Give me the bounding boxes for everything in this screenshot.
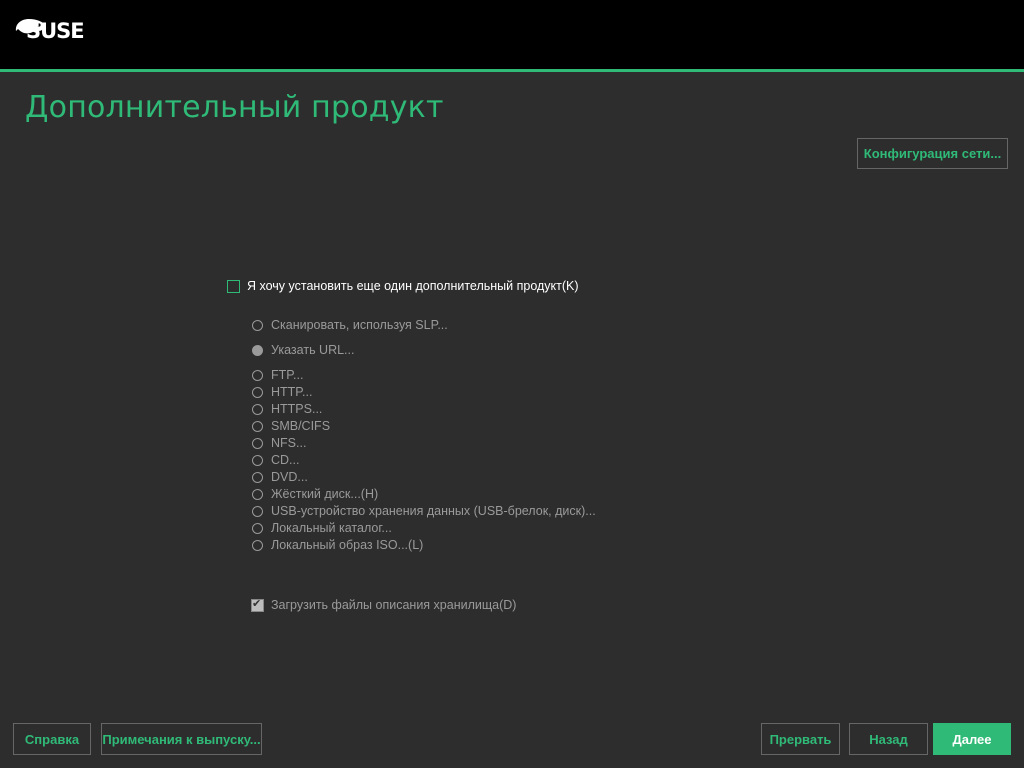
add-product-checkbox-row[interactable]: Я хочу установить еще один дополнительны… xyxy=(227,278,579,294)
source-option-label: CD... xyxy=(271,453,300,467)
radio-button[interactable] xyxy=(252,420,263,432)
source-option-label: NFS... xyxy=(271,436,307,450)
download-repo-files-row[interactable]: Загрузить файлы описания хранилища(D) xyxy=(251,597,516,613)
source-option[interactable]: Локальный каталог... xyxy=(252,520,392,536)
source-option-label: Локальный образ ISO...(L) xyxy=(271,538,424,552)
source-option-label: DVD... xyxy=(271,470,308,484)
radio-button[interactable] xyxy=(252,369,263,381)
source-option[interactable]: CD... xyxy=(252,452,299,468)
header-bar: SUSE xyxy=(0,0,1024,69)
radio-button[interactable] xyxy=(252,403,263,415)
add-product-label: Я хочу установить еще один дополнительны… xyxy=(247,279,579,293)
radio-button[interactable] xyxy=(252,344,263,356)
source-option-label: USB-устройство хранения данных (USB-брел… xyxy=(271,504,596,518)
page-title: Дополнительный продукт xyxy=(25,90,444,125)
source-option-label: Сканировать, используя SLP... xyxy=(271,318,448,332)
next-button[interactable]: Далее xyxy=(933,723,1011,755)
radio-button[interactable] xyxy=(252,505,263,517)
source-option[interactable]: USB-устройство хранения данных (USB-брел… xyxy=(252,503,596,519)
radio-button[interactable] xyxy=(252,488,263,500)
source-option-label: Жёсткий диск...(H) xyxy=(271,487,379,501)
source-option-label: SMB/CIFS xyxy=(271,419,331,433)
source-option-label: Локальный каталог... xyxy=(271,521,392,535)
source-option[interactable]: Локальный образ ISO...(L) xyxy=(252,537,423,553)
source-option[interactable]: SMB/CIFS xyxy=(252,418,330,434)
source-option[interactable]: NFS... xyxy=(252,435,306,451)
logo-text: SUSE xyxy=(26,19,85,43)
source-option[interactable]: FTP... xyxy=(252,367,303,383)
add-product-checkbox[interactable] xyxy=(227,279,240,293)
source-option[interactable]: Сканировать, используя SLP... xyxy=(252,317,448,333)
release-notes-button[interactable]: Примечания к выпуску... xyxy=(101,723,262,755)
abort-button[interactable]: Прервать xyxy=(761,723,840,755)
download-repo-files-label: Загрузить файлы описания хранилища(D) xyxy=(271,598,517,612)
source-option[interactable]: Указать URL... xyxy=(252,342,354,358)
radio-button[interactable] xyxy=(252,437,263,449)
source-option[interactable]: HTTPS... xyxy=(252,401,322,417)
download-repo-files-checkbox[interactable] xyxy=(251,597,264,612)
radio-button[interactable] xyxy=(252,471,263,483)
source-option-label: HTTPS... xyxy=(271,402,323,416)
suse-logo: SUSE xyxy=(13,17,89,57)
radio-button[interactable] xyxy=(252,522,263,534)
help-button[interactable]: Справка xyxy=(13,723,91,755)
source-option[interactable]: Жёсткий диск...(H) xyxy=(252,486,378,502)
source-option[interactable]: HTTP... xyxy=(252,384,312,400)
source-option-label: HTTP... xyxy=(271,385,313,399)
radio-button[interactable] xyxy=(252,539,263,551)
back-button[interactable]: Назад xyxy=(849,723,928,755)
source-option-label: Указать URL... xyxy=(271,343,355,357)
radio-button[interactable] xyxy=(252,319,263,331)
radio-button[interactable] xyxy=(252,454,263,466)
header-accent-line xyxy=(0,69,1024,72)
source-option[interactable]: DVD... xyxy=(252,469,308,485)
source-option-label: FTP... xyxy=(271,368,304,382)
network-config-button[interactable]: Конфигурация сети... xyxy=(857,138,1008,169)
radio-button[interactable] xyxy=(252,386,263,398)
